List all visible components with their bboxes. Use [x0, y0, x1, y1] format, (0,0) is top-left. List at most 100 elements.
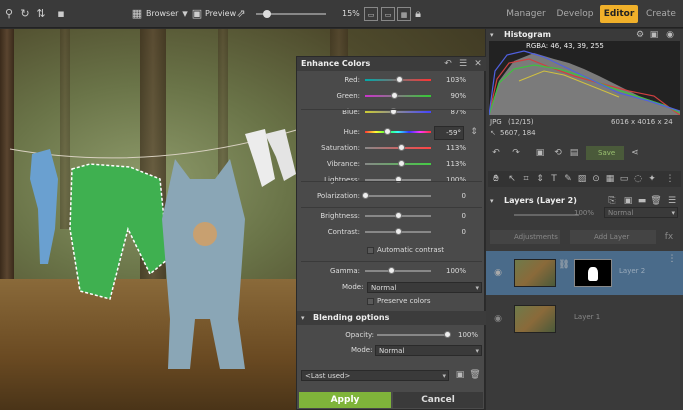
select-tool-icon[interactable]: ↖	[506, 173, 518, 185]
chevron-down-icon[interactable]: ▾	[490, 29, 494, 41]
transform-icon[interactable]: ▤	[568, 147, 580, 159]
tab-create[interactable]: Create	[644, 5, 678, 23]
zoom-slider[interactable]	[256, 10, 326, 18]
lightness-row: Lightness: 100%	[297, 174, 486, 186]
chevron-down-icon[interactable]: ▾	[490, 195, 494, 207]
shape-tool-icon[interactable]: ▭	[618, 173, 630, 185]
layer-mask-thumbnail[interactable]	[574, 259, 612, 287]
histogram-view-icon[interactable]: ▣	[648, 29, 660, 41]
opacity-slider[interactable]	[377, 334, 447, 336]
mask-tool-icon[interactable]: ▨	[576, 173, 588, 185]
layer-name: Layer 1	[574, 313, 601, 321]
redo-icon[interactable]: ↷	[510, 147, 522, 159]
rotate-icon[interactable]: ⟲	[552, 147, 564, 159]
auto-contrast-checkbox[interactable]	[367, 247, 374, 254]
fit-icon[interactable]: ▭	[364, 7, 378, 21]
adjustments-button[interactable]: Adjustments	[490, 230, 560, 244]
histogram-toggle-icon[interactable]: ◉	[664, 29, 676, 41]
link-icon[interactable]: ⛓︎	[558, 259, 570, 271]
blue-slider[interactable]	[365, 111, 431, 113]
histogram-luminance	[489, 53, 680, 115]
menu-icon[interactable]: ☰	[457, 58, 469, 70]
wand-tool-icon[interactable]: ✦	[646, 173, 658, 185]
layer-blend-select[interactable]: Normal	[604, 207, 678, 218]
folder-icon[interactable]: ▪	[54, 7, 68, 21]
zoom-icon[interactable]: ⚲	[2, 7, 16, 21]
hue-slider[interactable]	[365, 131, 431, 133]
more-tools-icon[interactable]: ⋮	[664, 173, 676, 185]
saturation-label: Saturation:	[321, 144, 360, 152]
eye-icon[interactable]: ◉	[492, 313, 504, 325]
sort-icon[interactable]: ⇅	[34, 7, 48, 21]
layer-folder-icon[interactable]: ▬	[636, 195, 648, 207]
layer-row-layer-2[interactable]: ◉ ⛓︎ Layer 2 ⋮	[486, 251, 683, 295]
layers-menu-icon[interactable]: ☰	[666, 195, 678, 207]
crop-tool-icon[interactable]: ⌗	[520, 173, 532, 185]
undo-icon[interactable]: ↶	[442, 58, 454, 70]
refresh-icon[interactable]: ↻	[18, 7, 32, 21]
add-layer-label: Add Layer	[594, 233, 630, 241]
delete-preset-icon[interactable]: 🗑︎	[469, 369, 481, 381]
gamma-slider[interactable]	[365, 270, 431, 272]
red-slider-thumb[interactable]	[395, 76, 403, 83]
polarization-row: Polarization: 0	[297, 190, 486, 202]
green-slider-thumb[interactable]	[391, 92, 399, 99]
layer-row-layer-1[interactable]: ◉ Layer 1	[486, 297, 683, 341]
lasso-tool-icon[interactable]: ◌	[632, 173, 644, 185]
copy-layer-icon[interactable]: ⎘	[606, 195, 618, 207]
lock-icon[interactable]: 🔒︎	[411, 7, 425, 21]
eye-icon[interactable]: ◉	[492, 267, 504, 279]
gamma-slider-thumb[interactable]	[387, 267, 395, 274]
tab-manager[interactable]: Manager	[505, 5, 547, 23]
delete-layer-icon[interactable]: 🗑︎	[650, 195, 662, 207]
actual-size-icon[interactable]: ▭	[381, 7, 395, 21]
hand-tool-icon[interactable]: ✋︎	[490, 173, 502, 185]
tab-develop[interactable]: Develop	[556, 5, 594, 23]
brush-tool-icon[interactable]: ✎	[562, 173, 574, 185]
zoom-slider-thumb[interactable]	[262, 10, 271, 18]
mode-select[interactable]: Normal	[367, 282, 482, 293]
external-icon[interactable]: ⇗	[234, 7, 248, 21]
save-preset-icon[interactable]: ▣	[454, 369, 466, 381]
browser-button[interactable]: Browser	[146, 7, 178, 21]
fx-icon[interactable]: fx	[663, 231, 675, 243]
preset-select[interactable]: <Last used>	[301, 370, 449, 381]
tab-editor[interactable]: Editor	[600, 5, 638, 23]
save-button[interactable]: Save	[586, 146, 624, 160]
brightness-slider-thumb[interactable]	[394, 212, 402, 219]
undo-icon[interactable]: ↶	[490, 147, 502, 159]
layer-opacity-slider[interactable]	[514, 214, 579, 216]
opacity-value: 100%	[457, 331, 478, 339]
add-layer-button[interactable]: Add Layer	[570, 230, 656, 244]
apply-button[interactable]: Apply	[299, 392, 391, 408]
transform-tool-icon[interactable]: ⇕	[534, 173, 546, 185]
close-icon[interactable]: ✕	[472, 58, 484, 70]
preview-icon[interactable]: ▣	[190, 7, 204, 21]
layer-image-icon[interactable]: ▣	[622, 195, 634, 207]
preserve-colors-checkbox[interactable]	[367, 298, 374, 305]
vibrance-slider-thumb[interactable]	[398, 160, 406, 167]
hue-slider-thumb[interactable]	[383, 128, 391, 135]
share-icon[interactable]: ⋖	[629, 147, 641, 159]
blend-mode-select[interactable]: Normal	[375, 345, 482, 356]
text-tool-icon[interactable]: T	[548, 173, 560, 185]
hue-spinner-icon[interactable]: ⇕	[470, 126, 478, 138]
contrast-slider-thumb[interactable]	[394, 228, 402, 235]
right-panel: ▾ Histogram ⚙ ▣ ◉ RGBA: 46, 43, 39, 255 …	[486, 29, 683, 410]
saturation-slider-thumb[interactable]	[398, 144, 406, 151]
histogram-settings-icon[interactable]: ⚙	[634, 29, 646, 41]
polarization-slider[interactable]	[365, 195, 431, 197]
vibrance-label: Vibrance:	[326, 160, 360, 168]
stamp-tool-icon[interactable]: ⊙	[590, 173, 602, 185]
polarization-slider-thumb[interactable]	[361, 192, 369, 199]
image-icon[interactable]: ▣	[534, 147, 546, 159]
blue-row: Blue: 87%	[297, 106, 486, 118]
browser-icon[interactable]: ▦	[130, 7, 144, 21]
gradient-tool-icon[interactable]: ▦	[604, 173, 616, 185]
auto-contrast-label: Automatic contrast	[377, 246, 444, 254]
blending-options-header[interactable]: ▾ Blending options	[297, 311, 486, 325]
layer-more-icon[interactable]: ⋮	[666, 253, 678, 265]
preview-button[interactable]: Preview	[205, 7, 236, 21]
grid-icon[interactable]: ▦	[397, 7, 411, 21]
cancel-button[interactable]: Cancel	[393, 392, 483, 408]
